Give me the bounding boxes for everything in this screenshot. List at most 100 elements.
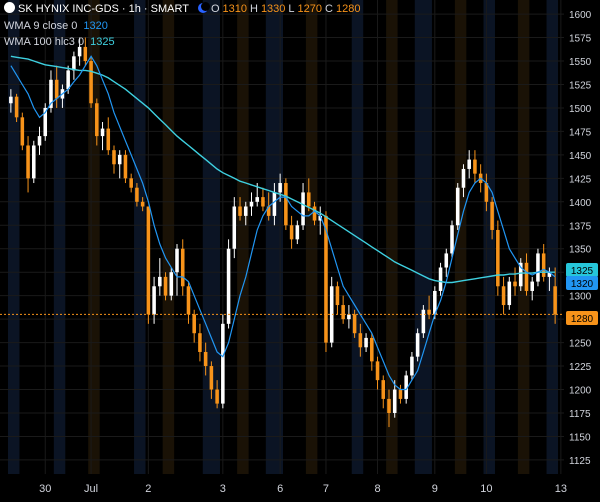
candle (175, 244, 179, 296)
wma9-label: WMA 9 close 0 (4, 20, 78, 32)
price-tick-label: 1175 (569, 409, 591, 420)
candle-body (455, 187, 460, 226)
price-tick-label: 1375 (569, 221, 592, 232)
candle-body (226, 248, 231, 324)
candle-body (83, 46, 88, 62)
ohlc-low-value: 1270 (297, 3, 323, 15)
candle-body (135, 187, 139, 202)
ohlc-low-label: L (288, 3, 295, 15)
candle (410, 351, 414, 381)
price-axis[interactable]: 1125115011751200122512501275130013251350… (569, 10, 592, 467)
candle (455, 183, 460, 230)
candle-body (255, 197, 259, 202)
candle-body (14, 96, 19, 118)
candle (381, 375, 386, 409)
candle-body (54, 79, 59, 99)
candle (152, 276, 156, 324)
candle (112, 145, 116, 174)
price-tick-label: 1150 (569, 432, 591, 443)
ohlc-open-value: 1310 (222, 3, 247, 15)
candle (261, 187, 265, 212)
candle-body (450, 225, 454, 254)
candle-body (192, 314, 196, 334)
candle (347, 305, 351, 329)
candle-body (501, 286, 506, 306)
chart-container[interactable]: 1125115011751200122512501275130013251350… (0, 0, 600, 502)
candle-body (364, 337, 368, 348)
candle (129, 173, 133, 193)
candle (43, 103, 48, 141)
session-band (483, 0, 495, 474)
candle (284, 178, 288, 230)
candle-body (26, 145, 30, 179)
candle-body (106, 128, 111, 151)
candle-body (375, 361, 380, 381)
candle (158, 258, 162, 296)
candle-body (272, 192, 277, 216)
candle (329, 276, 334, 348)
price-tick-label: 1550 (569, 57, 592, 68)
candle-body (496, 229, 500, 287)
candle-body (186, 286, 191, 315)
time-tick-label: 10 (480, 483, 492, 495)
candle-body (77, 46, 82, 57)
candle (301, 183, 305, 230)
ohlc-open-label: O (210, 3, 220, 15)
candlestick-chart[interactable]: 1125115011751200122512501275130013251350… (0, 0, 600, 502)
candle (530, 276, 534, 301)
wma9-value: 1320 (83, 20, 108, 32)
candle-body (524, 262, 529, 291)
candle-body (129, 178, 133, 188)
candle (496, 220, 500, 296)
candle-body (158, 276, 162, 287)
indicator-legend-wma100[interactable]: WMA 100 hlc3 0 1325 (4, 36, 118, 48)
session-band (546, 0, 558, 474)
candle-body (123, 154, 128, 179)
candle-body (9, 96, 13, 104)
candle (26, 136, 30, 193)
candle-body (530, 281, 534, 291)
candle (146, 206, 151, 324)
candle-body (513, 281, 517, 287)
time-tick-label: 13 (555, 483, 567, 495)
symbol-logo-icon (4, 2, 15, 13)
candle-body (163, 276, 168, 296)
candle-body (89, 61, 93, 104)
candle (501, 276, 506, 315)
candle-body (295, 225, 300, 240)
price-tick-label: 1300 (569, 292, 592, 303)
price-tag-label: 1325 (571, 266, 594, 277)
time-tick-label: 3 (220, 483, 226, 495)
price-tick-label: 1450 (569, 151, 592, 162)
price-tick-label: 1125 (569, 456, 591, 467)
time-tick-label: 2 (145, 483, 151, 495)
candle (398, 384, 403, 404)
time-tick-label: 9 (432, 483, 438, 495)
candle (370, 333, 374, 371)
price-tag-label: 1280 (571, 314, 594, 325)
candle-body (301, 192, 305, 226)
candle-body (152, 286, 156, 315)
candle-body (553, 286, 557, 315)
ohlc-high-value: 1330 (260, 3, 286, 15)
candle (32, 140, 36, 184)
candle-body (415, 333, 420, 357)
time-axis[interactable]: 30 Jul 2 3 6 7 8 9 10 13 (39, 483, 567, 495)
price-tick-label: 1350 (569, 245, 592, 256)
price-tick-label: 1525 (569, 80, 592, 91)
indicator-legend-wma9[interactable]: WMA 9 close 0 1320 (4, 20, 111, 32)
time-tick-label: 6 (277, 483, 283, 495)
candle-body (112, 150, 116, 165)
symbol-title[interactable]: SK HYNIX INC-GDS · 1h · SMART (18, 3, 189, 15)
candle-body (20, 117, 25, 146)
candle-body (347, 314, 351, 320)
symbol-legend[interactable]: SK HYNIX INC-GDS · 1h · SMART O 1310 H 1330 L… (4, 2, 363, 15)
candle-body (32, 145, 36, 179)
price-tick-label: 1575 (569, 34, 592, 45)
candle (415, 328, 420, 362)
candle-body (444, 253, 449, 268)
candle-body (341, 305, 345, 320)
candle (289, 215, 294, 249)
price-tick-label: 1200 (569, 386, 592, 397)
candle (295, 220, 300, 245)
